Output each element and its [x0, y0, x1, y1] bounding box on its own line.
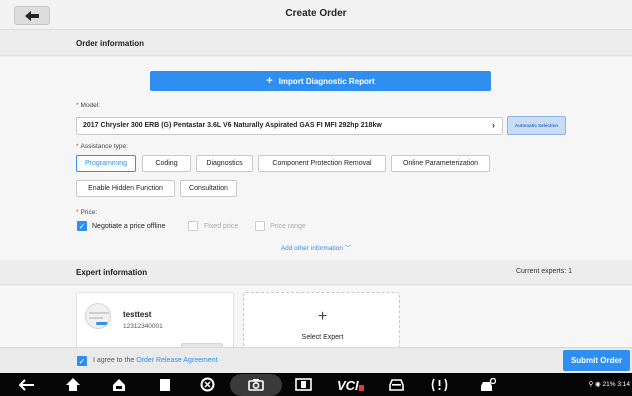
display-icon[interactable] — [292, 376, 314, 393]
required-mark: * — [76, 102, 79, 109]
wifi-icon: ◉ — [595, 381, 601, 388]
plus-icon: + — [317, 308, 328, 325]
import-report-button[interactable]: + Import Diagnostic Report — [150, 71, 491, 91]
expert-info-title: Expert information — [76, 268, 148, 277]
assistance-option-online-parameterization[interactable]: Online Parameterization — [391, 155, 490, 172]
select-expert-button[interactable]: + Select Expert — [243, 292, 400, 354]
expert-card[interactable]: testtest 12312340001 — [76, 292, 234, 354]
price-offline-label: Negotiate a price offline — [92, 223, 166, 230]
assistance-option-coding[interactable]: Coding — [142, 155, 191, 172]
chevron-right-icon: › — [492, 120, 495, 130]
car-icon[interactable] — [385, 376, 407, 393]
model-label: * Model: — [76, 102, 101, 109]
price-fixed-checkbox[interactable] — [188, 221, 198, 231]
price-range-label: Price range — [270, 223, 306, 230]
current-experts-count: Current experts: 1 — [515, 268, 572, 275]
agreement-checkbox[interactable]: ✓ — [77, 356, 87, 366]
agreement-text: I agree to the Order Release Agreement — [93, 357, 218, 364]
price-label: * Price: — [76, 209, 98, 216]
assistance-option-enable-hidden-function[interactable]: Enable Hidden Function — [76, 180, 175, 197]
expert-name: testtest — [123, 310, 152, 319]
chevron-down-icon: ﹀ — [344, 245, 352, 252]
required-mark: * — [76, 209, 79, 216]
assistance-type-label: * Assistance type: — [76, 143, 128, 150]
order-info-header: Order information — [0, 31, 632, 56]
order-info-title: Order information — [76, 39, 145, 48]
price-range-checkbox[interactable] — [255, 221, 265, 231]
automatic-selection-button[interactable]: Automatic Selection — [507, 116, 566, 135]
add-other-info-link[interactable]: Add other information ﹀ — [0, 242, 632, 252]
status-text: 21% 3:14 — [602, 381, 630, 388]
agreement-link[interactable]: Order Release Agreement — [136, 357, 217, 364]
avatar — [85, 303, 111, 329]
location-icon: ⚲ — [588, 381, 594, 388]
plus-icon: + — [266, 75, 273, 87]
back-arrow-icon[interactable] — [16, 376, 38, 393]
screenshot-icon[interactable] — [196, 376, 218, 393]
footer-bar: ✓ I agree to the Order Release Agreement… — [0, 347, 632, 373]
vci-icon[interactable]: VCI — [336, 376, 366, 393]
price-offline-checkbox[interactable]: ✓ — [77, 221, 87, 231]
assistance-option-programming[interactable]: Programming — [76, 155, 136, 172]
model-select[interactable]: 2017 Chrysler 300 ERB (G) Pentastar 3.6L… — [76, 117, 503, 135]
import-button-label: Import Diagnostic Report — [278, 76, 375, 86]
assistance-option-component-protection[interactable]: Component Protection Removal — [258, 155, 386, 172]
home-icon[interactable] — [62, 376, 84, 393]
select-expert-label: Select Expert — [301, 334, 344, 341]
svg-text:VCI: VCI — [337, 378, 359, 392]
car-service-icon[interactable] — [476, 376, 498, 393]
assistance-option-consultation[interactable]: Consultation — [180, 180, 237, 197]
submit-order-button[interactable]: Submit Order — [563, 350, 630, 371]
expert-id: 12312340001 — [123, 323, 163, 330]
assistance-option-diagnostics[interactable]: Diagnostics — [196, 155, 253, 172]
expert-info-header: Expert information Current experts: 1 — [0, 260, 632, 285]
status-bar-info: ⚲ ◉ 21% 3:14 — [588, 380, 630, 388]
warning-icon[interactable] — [428, 376, 450, 393]
system-nav-bar: VCI ⚲ ◉ 21% 3:14 — [0, 373, 632, 396]
price-fixed-label: Fixed price — [204, 223, 239, 230]
recent-apps-icon[interactable] — [154, 376, 176, 393]
page-title: Create Order — [285, 8, 347, 19]
title-bar: Create Order — [0, 0, 632, 30]
camera-icon[interactable] — [245, 376, 267, 393]
model-value: 2017 Chrysler 300 ERB (G) Pentastar 3.6L… — [83, 122, 382, 129]
required-mark: * — [76, 143, 79, 150]
home-outline-icon[interactable] — [108, 376, 130, 393]
